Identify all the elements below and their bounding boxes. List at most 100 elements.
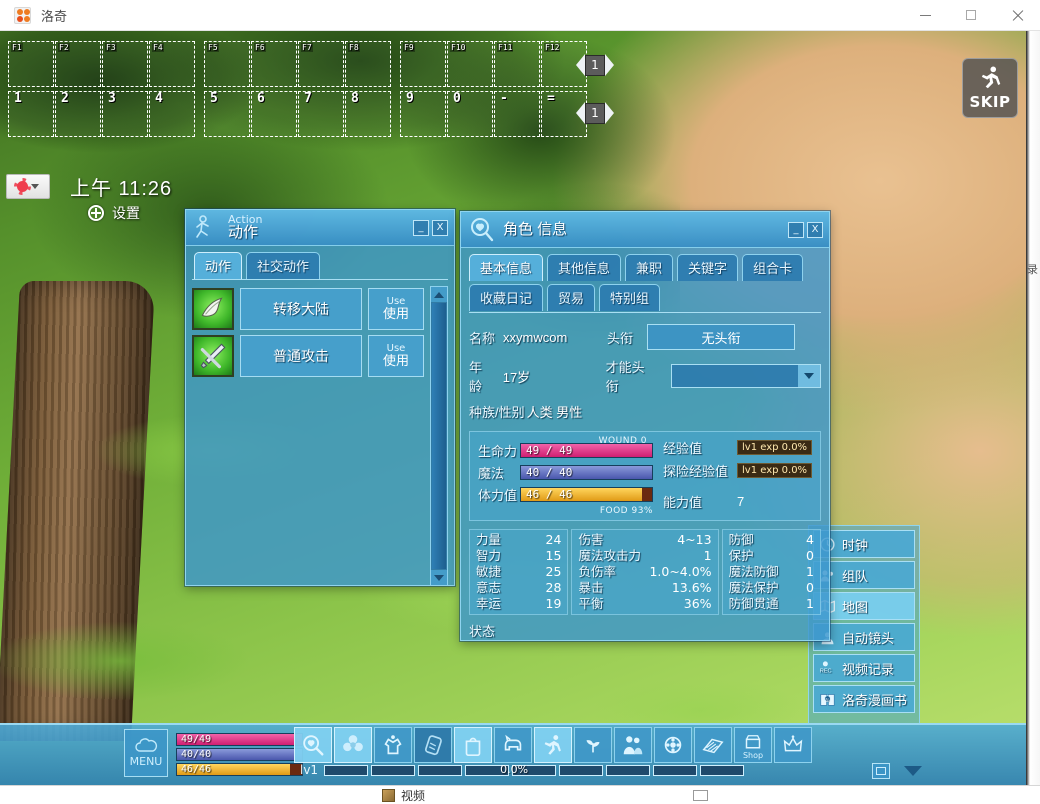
background-window-edge[interactable]: 录 — [1026, 31, 1040, 785]
quickslot-4[interactable]: 4 — [149, 91, 195, 137]
minimize-button[interactable] — [902, 0, 948, 31]
quickslot-8[interactable]: 8 — [345, 91, 391, 137]
tab-关键字[interactable]: 关键字 — [677, 254, 739, 281]
skip-button[interactable]: SKIP — [962, 58, 1018, 118]
weather-box[interactable] — [6, 174, 50, 199]
quickslot-F2[interactable]: F2 — [55, 41, 101, 87]
quickslot-F8[interactable]: F8 — [345, 41, 391, 87]
hp-bar: 49 / 49 — [520, 443, 653, 458]
status-label: 状态 — [469, 624, 496, 639]
settings-shortcut[interactable]: 设置 — [88, 203, 140, 223]
shop-icon[interactable]: Shop — [734, 727, 772, 763]
action-window[interactable]: Action 动作 _ X 动作 社交动作 转移大陆 Use 使用 普通攻击 Use 使用 — [185, 209, 455, 586]
character-window-titlebar[interactable]: 角色 信息 _ X — [461, 212, 829, 248]
quickslot-7[interactable]: 7 — [298, 91, 344, 137]
stat-row: 幸运 19 — [476, 596, 561, 612]
page-next-icon[interactable] — [605, 102, 614, 124]
tab-兼职[interactable]: 兼职 — [625, 254, 674, 281]
quickslot-0[interactable]: 0 — [447, 91, 493, 137]
tab-组合卡[interactable]: 组合卡 — [742, 254, 804, 281]
quickslot-5[interactable]: 5 — [204, 91, 250, 137]
action-item-name[interactable]: 普通攻击 — [240, 335, 362, 377]
scroll-up-icon[interactable] — [431, 287, 447, 302]
quickslot-F11[interactable]: F11 — [494, 41, 540, 87]
quickslot-F6[interactable]: F6 — [251, 41, 297, 87]
quickslot-6[interactable]: 6 — [251, 91, 297, 137]
quickslot-page-top[interactable]: 1 — [572, 52, 618, 78]
page-next-icon[interactable] — [605, 54, 614, 76]
page-prev-icon[interactable] — [576, 102, 585, 124]
action-close-button[interactable]: X — [432, 219, 448, 236]
plant-icon[interactable] — [574, 727, 612, 763]
menu-button[interactable]: MENU — [124, 729, 168, 777]
quickslot-3[interactable]: 3 — [102, 91, 148, 137]
stat-key: 暴击 — [578, 581, 604, 595]
quickslot-9[interactable]: 9 — [400, 91, 446, 137]
chevron-down-icon[interactable] — [904, 766, 922, 776]
character-window-controls: _ X — [788, 221, 823, 238]
character-minimize-button[interactable]: _ — [788, 221, 804, 238]
action-window-titlebar[interactable]: Action 动作 _ X — [186, 210, 454, 246]
wing-icon[interactable] — [192, 288, 234, 330]
window-controls — [902, 0, 1040, 31]
page-prev-icon[interactable] — [576, 54, 585, 76]
premium-crown-icon[interactable] — [774, 727, 812, 763]
chevron-down-icon[interactable] — [798, 365, 820, 387]
action-scrollbar[interactable] — [430, 286, 448, 586]
guild-icon[interactable] — [654, 727, 692, 763]
quickslot-page-bottom[interactable]: 1 — [572, 100, 618, 126]
tab-其他信息[interactable]: 其他信息 — [547, 254, 622, 281]
character-info-window[interactable]: 角色 信息 _ X 基本信息 其他信息 兼职 关键字 组合卡 收藏日记 贸易 特别组 名称 … — [460, 211, 830, 641]
action-item[interactable]: 转移大陆 Use 使用 — [192, 288, 424, 330]
inventory-bag-icon[interactable] — [454, 727, 492, 763]
quest-scroll-icon[interactable] — [414, 727, 452, 763]
game-time: 上午 11:26 — [70, 178, 173, 200]
chevron-down-icon[interactable] — [31, 184, 39, 189]
action-use-button[interactable]: Use 使用 — [368, 288, 424, 330]
title-value-box[interactable]: 无头衔 — [647, 324, 796, 350]
maximize-button[interactable] — [948, 0, 994, 31]
panel-icon[interactable] — [872, 763, 890, 779]
tab-收藏日记[interactable]: 收藏日记 — [469, 284, 544, 311]
stat-value: 0 — [806, 580, 814, 595]
tab-动作[interactable]: 动作 — [194, 252, 243, 279]
action-item-name[interactable]: 转移大陆 — [240, 288, 362, 330]
tab-贸易[interactable]: 贸易 — [547, 284, 596, 311]
character-info-icon[interactable] — [294, 727, 332, 763]
quickslot-row-function: F1 F2 F3 F4 F5 F6 F7 F8 F9 F10 F11 F12 — [8, 41, 596, 87]
quickslot--[interactable]: - — [494, 91, 540, 137]
quickslot-F1[interactable]: F1 — [8, 41, 54, 87]
close-button[interactable] — [994, 0, 1040, 31]
quickslot-2[interactable]: 2 — [55, 91, 101, 137]
tab-特别组[interactable]: 特别组 — [599, 284, 661, 311]
quickslot-F5[interactable]: F5 — [204, 41, 250, 87]
action-item[interactable]: 普通攻击 Use 使用 — [192, 335, 424, 377]
quickslot-1[interactable]: 1 — [8, 91, 54, 137]
scroll-down-icon[interactable] — [431, 570, 447, 585]
stamina-value: 46 / 46 — [526, 488, 573, 501]
pet-icon[interactable] — [494, 727, 532, 763]
skills-icon[interactable] — [334, 727, 372, 763]
talent-title-dropdown[interactable] — [671, 364, 821, 388]
quickslot-F7[interactable]: F7 — [298, 41, 344, 87]
scroll-thumb[interactable] — [432, 303, 446, 569]
character-close-button[interactable]: X — [807, 221, 823, 238]
action-minimize-button[interactable]: _ — [413, 219, 429, 236]
book-icon[interactable] — [694, 727, 732, 763]
equipment-icon[interactable] — [374, 727, 412, 763]
sword-icon[interactable] — [192, 335, 234, 377]
quickslot-F10[interactable]: F10 — [447, 41, 493, 87]
action-use-button[interactable]: Use 使用 — [368, 335, 424, 377]
menu-item-视频记录[interactable]: REC 视频记录 — [813, 654, 915, 682]
party-people-icon[interactable] — [614, 727, 652, 763]
taskbar-item[interactable]: 视频 — [382, 787, 425, 804]
clock-widget[interactable]: 上午 11:26 — [6, 172, 172, 201]
tab-社交动作[interactable]: 社交动作 — [246, 252, 321, 279]
menu-item-洛奇漫画书[interactable]: N 洛奇漫画书 — [813, 685, 915, 713]
quickslot-F3[interactable]: F3 — [102, 41, 148, 87]
quickslot-F4[interactable]: F4 — [149, 41, 195, 87]
tab-基本信息[interactable]: 基本信息 — [469, 254, 544, 281]
quickslot-F9[interactable]: F9 — [400, 41, 446, 87]
exp-section: 经验值 lv1 exp 0.0% 探险经验值 lv1 exp 0.0% 能力值 — [653, 438, 812, 516]
action-icon[interactable] — [534, 727, 572, 763]
